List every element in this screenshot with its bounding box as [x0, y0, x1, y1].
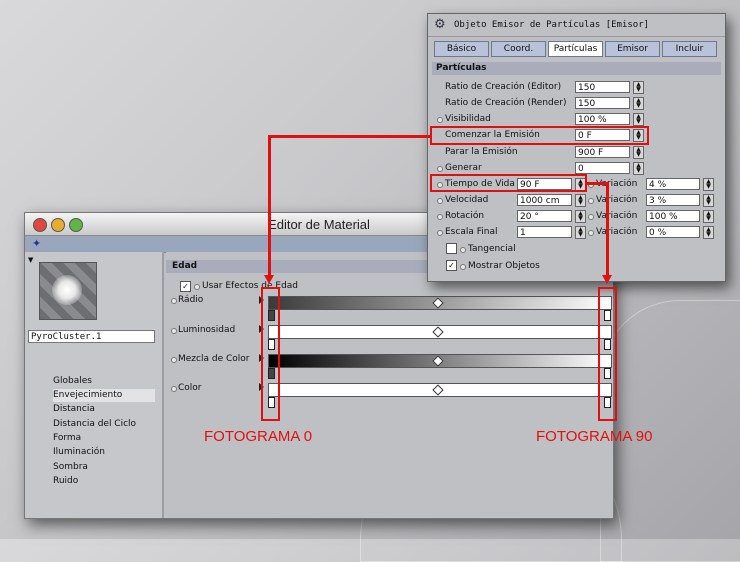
nav-item-globales[interactable]: Globales	[53, 375, 155, 388]
tab-emisor[interactable]: Emisor	[605, 41, 660, 57]
velocidad-field[interactable]: 1000 cm	[517, 194, 572, 206]
label-frame-end: FOTOGRAMA 90	[536, 428, 653, 445]
gradient-label-mezcla: Mezcla de Color	[178, 354, 250, 364]
tab-incluir[interactable]: Incluir	[662, 41, 717, 57]
tab-basico[interactable]: Básico	[434, 41, 489, 57]
variacion-velocidad-field[interactable]: 3 %	[646, 194, 700, 206]
stepper-icon[interactable]: ▲ ▼	[633, 97, 644, 110]
section-header-particulas: Partículas	[432, 62, 721, 75]
animation-dot-icon[interactable]	[588, 214, 594, 220]
mostrar-objetos-checkbox[interactable]: ✓	[446, 260, 457, 271]
emitter-title: Objeto Emisor de Partículas [Emisor]	[454, 20, 650, 30]
highlight-tiempo-vida	[430, 174, 587, 192]
animation-dot-icon[interactable]	[194, 284, 200, 290]
stepper-icon[interactable]: ▲ ▼	[633, 81, 644, 94]
escala-final-field[interactable]: 1	[517, 226, 572, 238]
generar-field[interactable]: 0	[575, 162, 630, 174]
use-age-effects-label: Usar Efectos de Edad	[202, 281, 299, 291]
tab-coord[interactable]: Coord.	[491, 41, 546, 57]
variacion-rotacion-field[interactable]: 100 %	[646, 210, 700, 222]
connector-line	[268, 135, 271, 275]
param-label: Velocidad	[445, 195, 489, 205]
animation-dot-icon[interactable]	[460, 247, 466, 253]
pin-icon[interactable]: ✦	[32, 237, 41, 250]
animation-dot-icon[interactable]	[588, 198, 594, 204]
stepper-icon[interactable]: ▲ ▼	[703, 194, 714, 207]
use-age-effects-checkbox[interactable]: ✓	[180, 281, 191, 292]
nav-item-distancia[interactable]: Distancia	[53, 403, 155, 416]
animation-dot-icon[interactable]	[171, 386, 177, 392]
stepper-icon[interactable]: ▲ ▼	[703, 226, 714, 239]
animation-dot-icon[interactable]	[437, 117, 443, 123]
connector-line	[606, 182, 609, 275]
animation-dot-icon[interactable]	[171, 357, 177, 363]
material-name-field[interactable]: PyroCluster.1	[28, 330, 155, 343]
label-frame-start: FOTOGRAMA 0	[204, 428, 313, 445]
emitter-icon: ⚙	[434, 17, 446, 32]
gradient-label-luminosidad: Luminosidad	[178, 325, 236, 335]
tangencial-checkbox[interactable]	[446, 243, 457, 254]
ratio-render-field[interactable]: 150	[575, 97, 630, 109]
stepper-icon[interactable]: ▲ ▼	[575, 226, 586, 239]
tangencial-label: Tangencial	[468, 244, 516, 254]
material-sidebar: ▼ PyroCluster.1 Globales Envejecimiento …	[25, 252, 164, 518]
animation-dot-icon[interactable]	[437, 214, 443, 220]
visibilidad-field[interactable]: 100 %	[575, 113, 630, 125]
menu-triangle-icon[interactable]: ▼	[28, 256, 33, 264]
variacion-vida-field[interactable]: 4 %	[646, 178, 700, 190]
nav-item-forma[interactable]: Forma	[53, 432, 155, 445]
emitter-titlebar: ⚙ Objeto Emisor de Partículas [Emisor]	[428, 14, 725, 37]
variation-label: Variación	[596, 227, 638, 237]
nav-item-ruido[interactable]: Ruido	[53, 475, 155, 488]
nav-item-envejecimiento[interactable]: Envejecimiento	[53, 389, 155, 402]
stepper-icon[interactable]: ▲ ▼	[633, 162, 644, 175]
animation-dot-icon[interactable]	[588, 230, 594, 236]
nav-item-iluminacion[interactable]: Iluminación	[53, 446, 155, 459]
param-label: Rotación	[445, 211, 485, 221]
nav-item-distancia-ciclo[interactable]: Distancia del Ciclo	[53, 418, 155, 431]
arrow-down-icon	[264, 275, 274, 284]
animation-dot-icon[interactable]	[460, 264, 466, 270]
material-main-panel: Edad ✓ Usar Efectos de Edad Rádio Lumino…	[166, 252, 613, 518]
parar-emision-field[interactable]: 900 F	[575, 146, 630, 158]
param-label: Ratio de Creación (Render)	[445, 98, 567, 108]
param-label: Visibilidad	[445, 114, 491, 124]
nav-item-sombra[interactable]: Sombra	[53, 461, 155, 474]
variation-label: Variación	[596, 211, 638, 221]
stepper-icon[interactable]: ▲ ▼	[703, 210, 714, 223]
variation-label: Variación	[596, 195, 638, 205]
mostrar-objetos-label: Mostrar Objetos	[468, 261, 540, 271]
stepper-icon[interactable]: ▲ ▼	[633, 113, 644, 126]
particle-emitter-panel: ⚙ Objeto Emisor de Partículas [Emisor] B…	[427, 13, 726, 282]
tab-particulas[interactable]: Partículas	[548, 41, 603, 57]
connector-line	[268, 135, 430, 138]
animation-dot-icon[interactable]	[171, 328, 177, 334]
param-label: Ratio de Creación (Editor)	[445, 82, 562, 92]
param-label: Escala Final	[445, 227, 498, 237]
rotacion-field[interactable]: 20 °	[517, 210, 572, 222]
highlight-frame-start	[261, 287, 280, 421]
material-preview[interactable]	[39, 262, 97, 320]
param-label: Parar la Emisión	[445, 147, 518, 157]
animation-dot-icon[interactable]	[437, 166, 443, 172]
stepper-icon[interactable]: ▲ ▼	[575, 194, 586, 207]
animation-dot-icon[interactable]	[171, 298, 177, 304]
gradient-label-color: Color	[178, 383, 202, 393]
animation-dot-icon[interactable]	[437, 230, 443, 236]
stepper-icon[interactable]: ▲ ▼	[633, 146, 644, 159]
param-label: Generar	[445, 163, 482, 173]
highlight-comenzar-emision	[430, 126, 649, 145]
stepper-icon[interactable]: ▲ ▼	[575, 210, 586, 223]
variacion-escala-field[interactable]: 0 %	[646, 226, 700, 238]
animation-dot-icon[interactable]	[437, 198, 443, 204]
ratio-editor-field[interactable]: 150	[575, 81, 630, 93]
emitter-tabs: Básico Coord. Partículas Emisor Incluir	[434, 41, 717, 57]
stepper-icon[interactable]: ▲ ▼	[703, 178, 714, 191]
gradient-label-radio: Rádio	[178, 295, 204, 305]
highlight-frame-end	[598, 287, 617, 421]
arrow-down-icon	[602, 275, 612, 284]
